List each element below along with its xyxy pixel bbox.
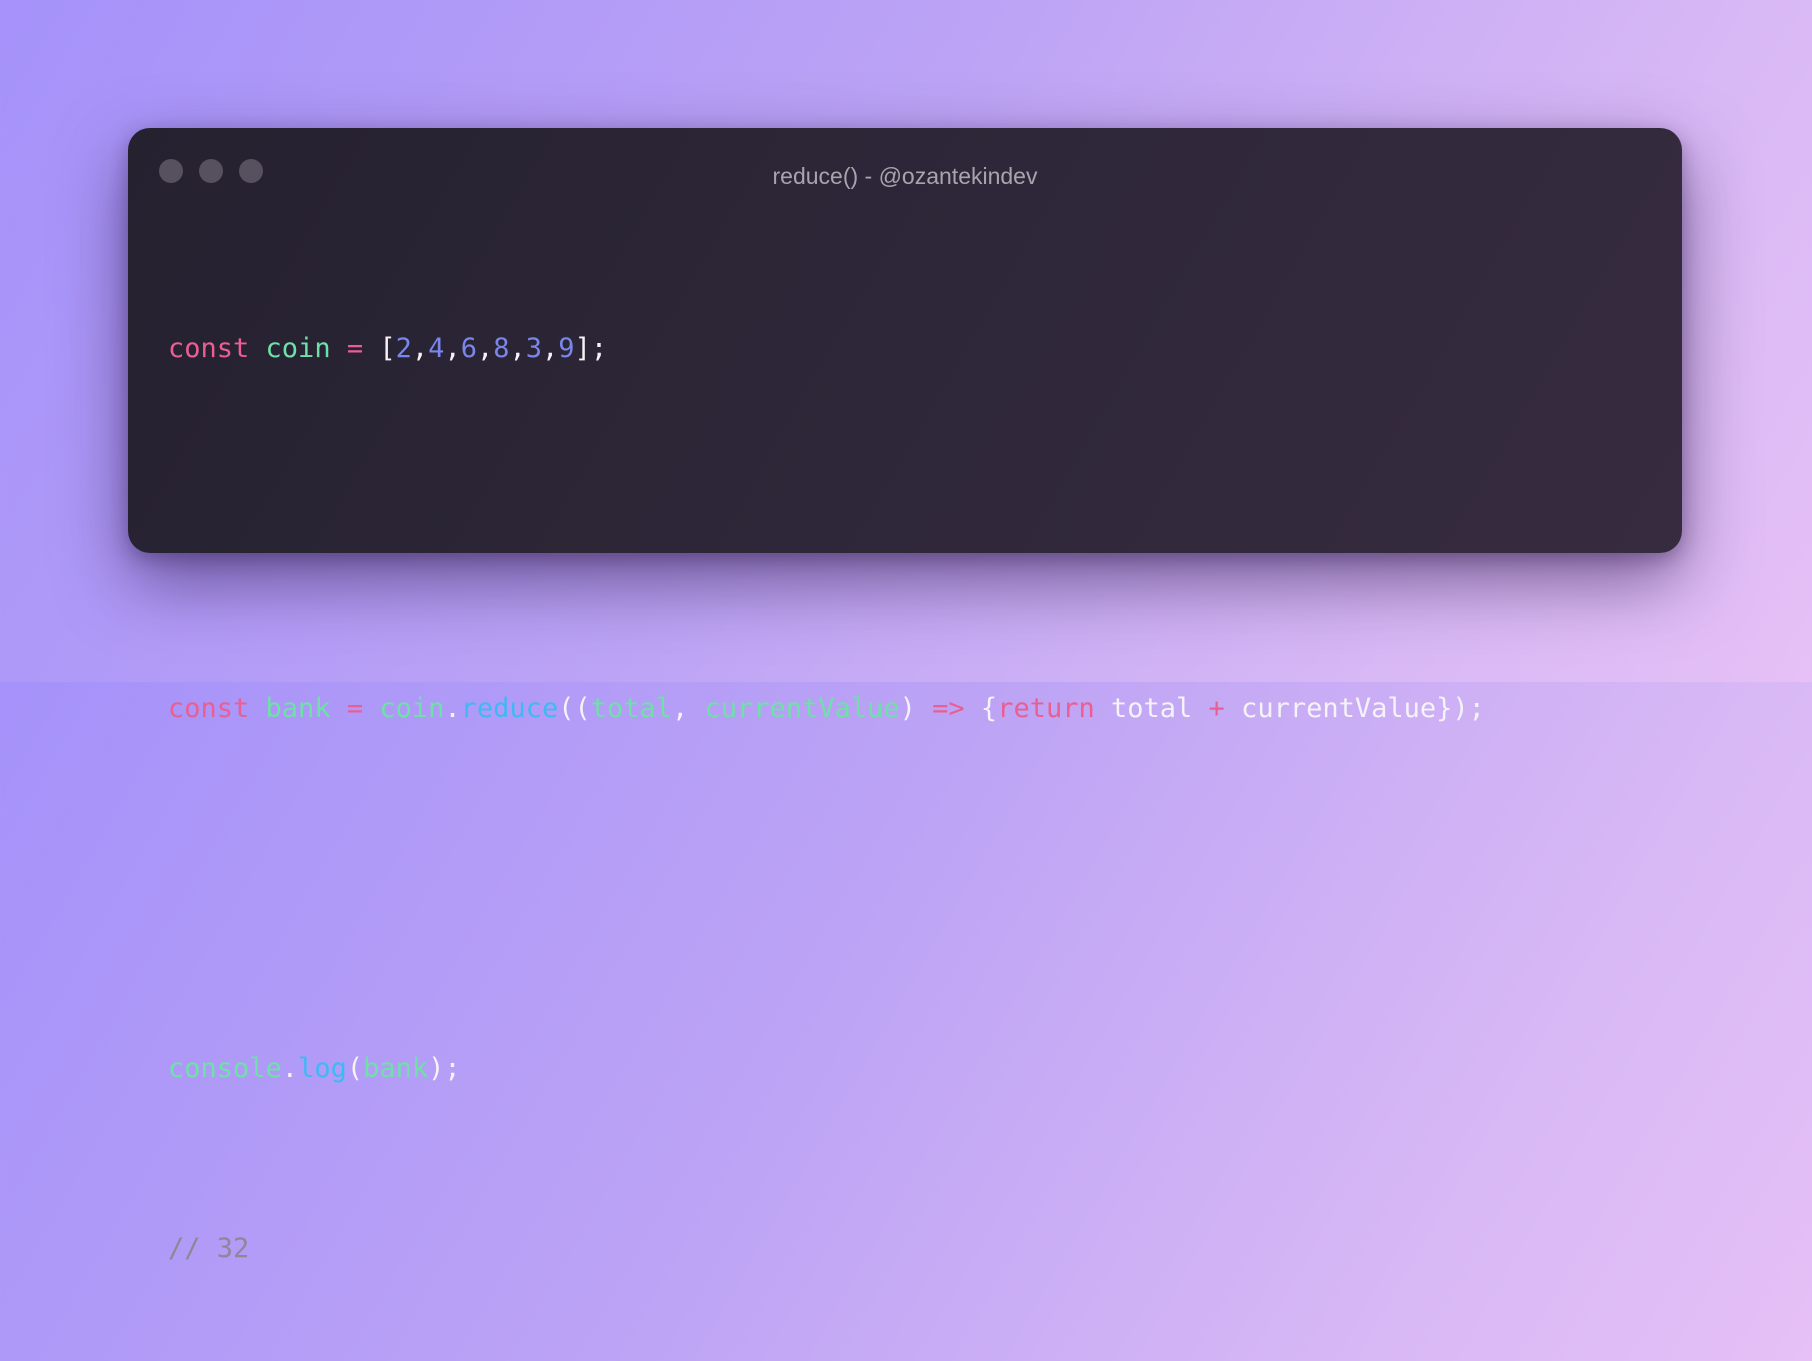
- dot-operator: .: [281, 1053, 299, 1084]
- number-literal: 6: [460, 333, 477, 364]
- assign-operator: =: [346, 333, 364, 364]
- variable-bank: bank: [265, 693, 331, 724]
- code-line-6: // 32: [168, 1226, 1485, 1271]
- dot-operator: .: [444, 693, 461, 724]
- comma: ,: [672, 693, 705, 724]
- number-literal: 2: [395, 333, 412, 364]
- plus-operator: +: [1208, 693, 1225, 724]
- paren-close: ): [899, 693, 916, 724]
- paren-close: );: [428, 1053, 461, 1084]
- paren-open: (: [346, 1053, 364, 1084]
- code-window: reduce() - @ozantekindev const coin = [2…: [128, 128, 1682, 1264]
- window-title: reduce() - @ozantekindev: [772, 163, 1038, 189]
- comma: ,: [542, 333, 559, 364]
- code-line-3: const bank = coin.reduce((total, current…: [168, 686, 1485, 731]
- bracket-open: [: [379, 333, 396, 364]
- method-reduce: reduce: [460, 693, 559, 724]
- window-titlebar: reduce() - @ozantekindev: [128, 128, 1682, 208]
- number-literal: 9: [558, 333, 575, 364]
- code-block: const coin = [2,4,6,8,3,9]; const bank =…: [168, 236, 1485, 1361]
- comma: ,: [444, 333, 461, 364]
- paren-open: ((: [558, 693, 591, 724]
- variable-coin: coin: [265, 333, 331, 364]
- param-current-value: currentValue: [704, 693, 900, 724]
- code-line-5: console.log(bank);: [168, 1046, 1485, 1091]
- ref-total: total: [1111, 693, 1193, 724]
- comma: ,: [476, 333, 494, 364]
- method-log: log: [298, 1053, 347, 1084]
- object-coin: coin: [379, 693, 445, 724]
- keyword-const: const: [168, 693, 250, 724]
- comma: ,: [509, 333, 526, 364]
- comma: ,: [411, 333, 429, 364]
- page-background: { "window": { "title": "reduce() - @ozan…: [0, 0, 1812, 1264]
- keyword-return: return: [997, 693, 1095, 724]
- param-total: total: [590, 693, 673, 724]
- arg-bank: bank: [363, 1053, 429, 1084]
- brace-close: });: [1436, 693, 1485, 724]
- brace-open: {: [980, 693, 998, 724]
- object-console: console: [168, 1053, 282, 1084]
- number-literal: 8: [493, 333, 510, 364]
- ref-current-value: currentValue: [1241, 693, 1437, 724]
- code-line-4-blank: [168, 866, 1485, 911]
- arrow-operator: =>: [932, 693, 965, 724]
- keyword-const: const: [168, 333, 250, 364]
- number-literal: 3: [525, 333, 543, 364]
- number-literal: 4: [428, 333, 445, 364]
- code-line-1: const coin = [2,4,6,8,3,9];: [168, 326, 1485, 371]
- bracket-close: ];: [574, 333, 608, 364]
- code-line-2-blank: [168, 506, 1485, 551]
- assign-operator: =: [346, 693, 364, 724]
- comment: // 32: [168, 1233, 250, 1264]
